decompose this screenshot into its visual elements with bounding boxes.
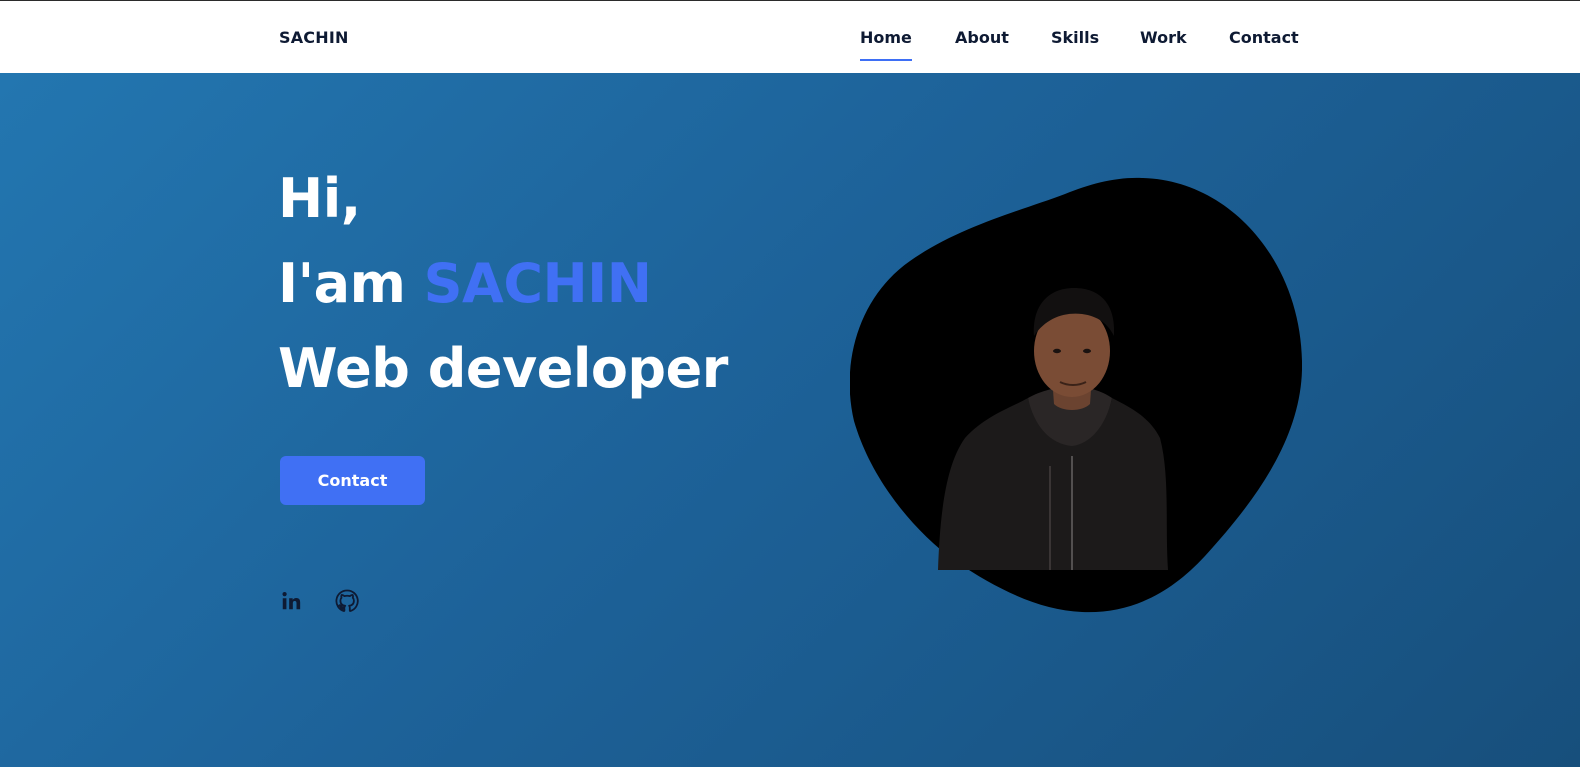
github-link[interactable] xyxy=(334,588,360,614)
hero-role: Web developer xyxy=(278,337,728,400)
top-navbar: SACHIN Home About Skills Work Contact xyxy=(0,0,1580,73)
hero-section xyxy=(0,73,1580,767)
portfolio-page: SACHIN Home About Skills Work Contact Hi… xyxy=(0,0,1580,767)
nav-link-skills[interactable]: Skills xyxy=(1051,28,1099,47)
linkedin-icon xyxy=(282,592,301,610)
linkedin-link[interactable] xyxy=(278,588,304,614)
nav-link-home[interactable]: Home xyxy=(860,28,912,61)
nav-link-about[interactable]: About xyxy=(955,28,1009,47)
hero-greeting: Hi, xyxy=(278,167,361,230)
nav-link-work[interactable]: Work xyxy=(1140,28,1187,47)
contact-button[interactable]: Contact xyxy=(280,456,425,505)
profile-photo-blob xyxy=(850,177,1302,613)
hero-intro: I'am SACHIN xyxy=(278,252,652,315)
main-nav: Home About Skills Work Contact xyxy=(0,28,1580,68)
hero-intro-prefix: I'am xyxy=(278,252,406,315)
nav-link-contact[interactable]: Contact xyxy=(1229,28,1299,47)
hero-name: SACHIN xyxy=(423,252,652,315)
github-icon xyxy=(335,589,359,612)
